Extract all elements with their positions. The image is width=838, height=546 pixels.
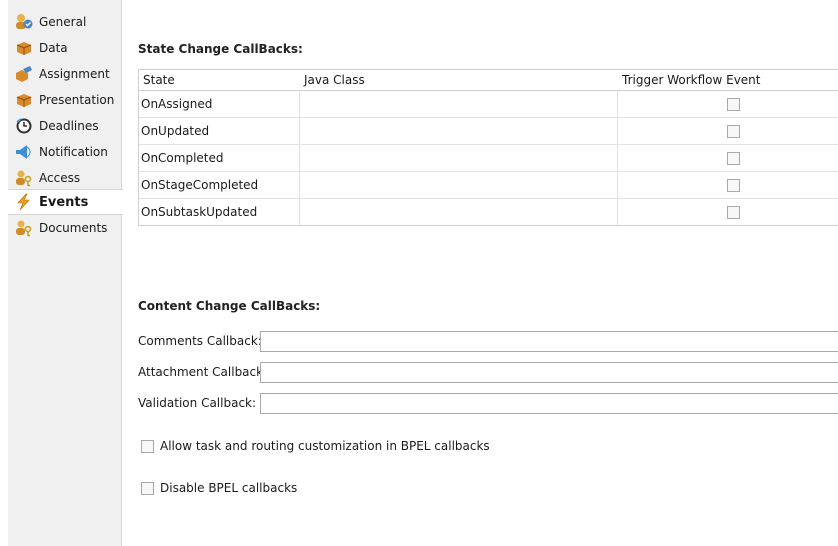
sidebar-item-access[interactable]: Access (8, 165, 122, 191)
java-class-cell[interactable] (300, 199, 616, 226)
sidebar-item-deadlines[interactable]: Deadlines (8, 113, 122, 139)
data-icon (13, 38, 35, 58)
sidebar-item-presentation[interactable]: Presentation (8, 87, 122, 113)
documents-icon (13, 218, 35, 238)
table-row[interactable]: OnCompleted (139, 145, 838, 172)
deadlines-icon (13, 116, 35, 136)
content-section-title: Content Change CallBacks: (138, 299, 321, 313)
access-icon (13, 168, 35, 188)
allow-customization-label: Allow task and routing customization in … (160, 439, 490, 453)
sidebar-item-general[interactable]: General (8, 9, 122, 35)
column-header-state[interactable]: State (139, 70, 175, 91)
table-row[interactable]: OnStageCompleted (139, 172, 838, 199)
java-class-cell[interactable] (300, 118, 616, 145)
sidebar-item-label: Presentation (39, 93, 115, 107)
assignment-icon (13, 64, 35, 84)
sidebar-item-data[interactable]: Data (8, 35, 122, 61)
trigger-checkbox[interactable] (727, 125, 740, 138)
notification-icon (13, 142, 35, 162)
sidebar-item-label: General (39, 15, 87, 29)
validation-callback-label: Validation Callback: (138, 396, 257, 410)
allow-customization-option[interactable]: Allow task and routing customization in … (141, 439, 490, 453)
state-cell: OnAssigned (141, 97, 213, 111)
presentation-icon (13, 90, 35, 110)
trigger-checkbox[interactable] (727, 206, 740, 219)
comments-callback-field[interactable] (260, 331, 838, 352)
sidebar-item-label: Events (39, 194, 89, 210)
state-callbacks-table: State Java Class Trigger Workflow Event … (138, 69, 838, 226)
trigger-checkbox[interactable] (727, 152, 740, 165)
sidebar-item-notification[interactable]: Notification (8, 139, 122, 165)
table-header: State Java Class Trigger Workflow Event (139, 70, 838, 91)
table-row[interactable]: OnSubtaskUpdated (139, 199, 838, 226)
state-cell: OnUpdated (141, 124, 210, 138)
sidebar-item-label: Notification (39, 145, 108, 159)
validation-callback-field[interactable] (260, 393, 838, 414)
events-icon (13, 192, 35, 212)
disable-bpel-option[interactable]: Disable BPEL callbacks (141, 481, 297, 495)
state-cell: OnCompleted (141, 151, 224, 165)
disable-bpel-checkbox[interactable] (141, 481, 154, 495)
sidebar-item-events[interactable]: Events (8, 189, 123, 215)
sidebar-item-label: Data (39, 41, 68, 55)
table-row[interactable]: OnUpdated (139, 118, 838, 145)
comments-callback-label: Comments Callback: (138, 334, 262, 348)
disable-bpel-label: Disable BPEL callbacks (160, 481, 298, 495)
sidebar-item-label: Access (39, 171, 81, 185)
java-class-cell[interactable] (300, 145, 616, 172)
sidebar-item-assignment[interactable]: Assignment (8, 61, 122, 87)
column-header-java-class[interactable]: Java Class (300, 70, 365, 91)
java-class-cell[interactable] (300, 91, 616, 118)
sidebar-item-label: Deadlines (39, 119, 99, 133)
allow-customization-checkbox[interactable] (141, 439, 154, 453)
sidebar-item-label: Assignment (39, 67, 110, 81)
attachment-callback-field[interactable] (260, 362, 838, 383)
state-cell: OnStageCompleted (141, 178, 259, 192)
sidebar-item-documents[interactable]: Documents (8, 215, 122, 241)
state-cell: OnSubtaskUpdated (141, 205, 258, 219)
java-class-cell[interactable] (300, 172, 616, 199)
trigger-checkbox[interactable] (727, 179, 740, 192)
general-icon (13, 12, 35, 32)
attachment-callback-label: Attachment Callback: (138, 365, 268, 379)
sidebar-item-label: Documents (39, 221, 108, 235)
trigger-checkbox[interactable] (727, 98, 740, 111)
state-section-title: State Change CallBacks: (138, 42, 303, 56)
sidebar: General Data Assignment Presentation Dea… (8, 0, 123, 546)
column-header-trigger[interactable]: Trigger Workflow Event (618, 70, 761, 91)
table-row[interactable]: OnAssigned (139, 91, 838, 118)
